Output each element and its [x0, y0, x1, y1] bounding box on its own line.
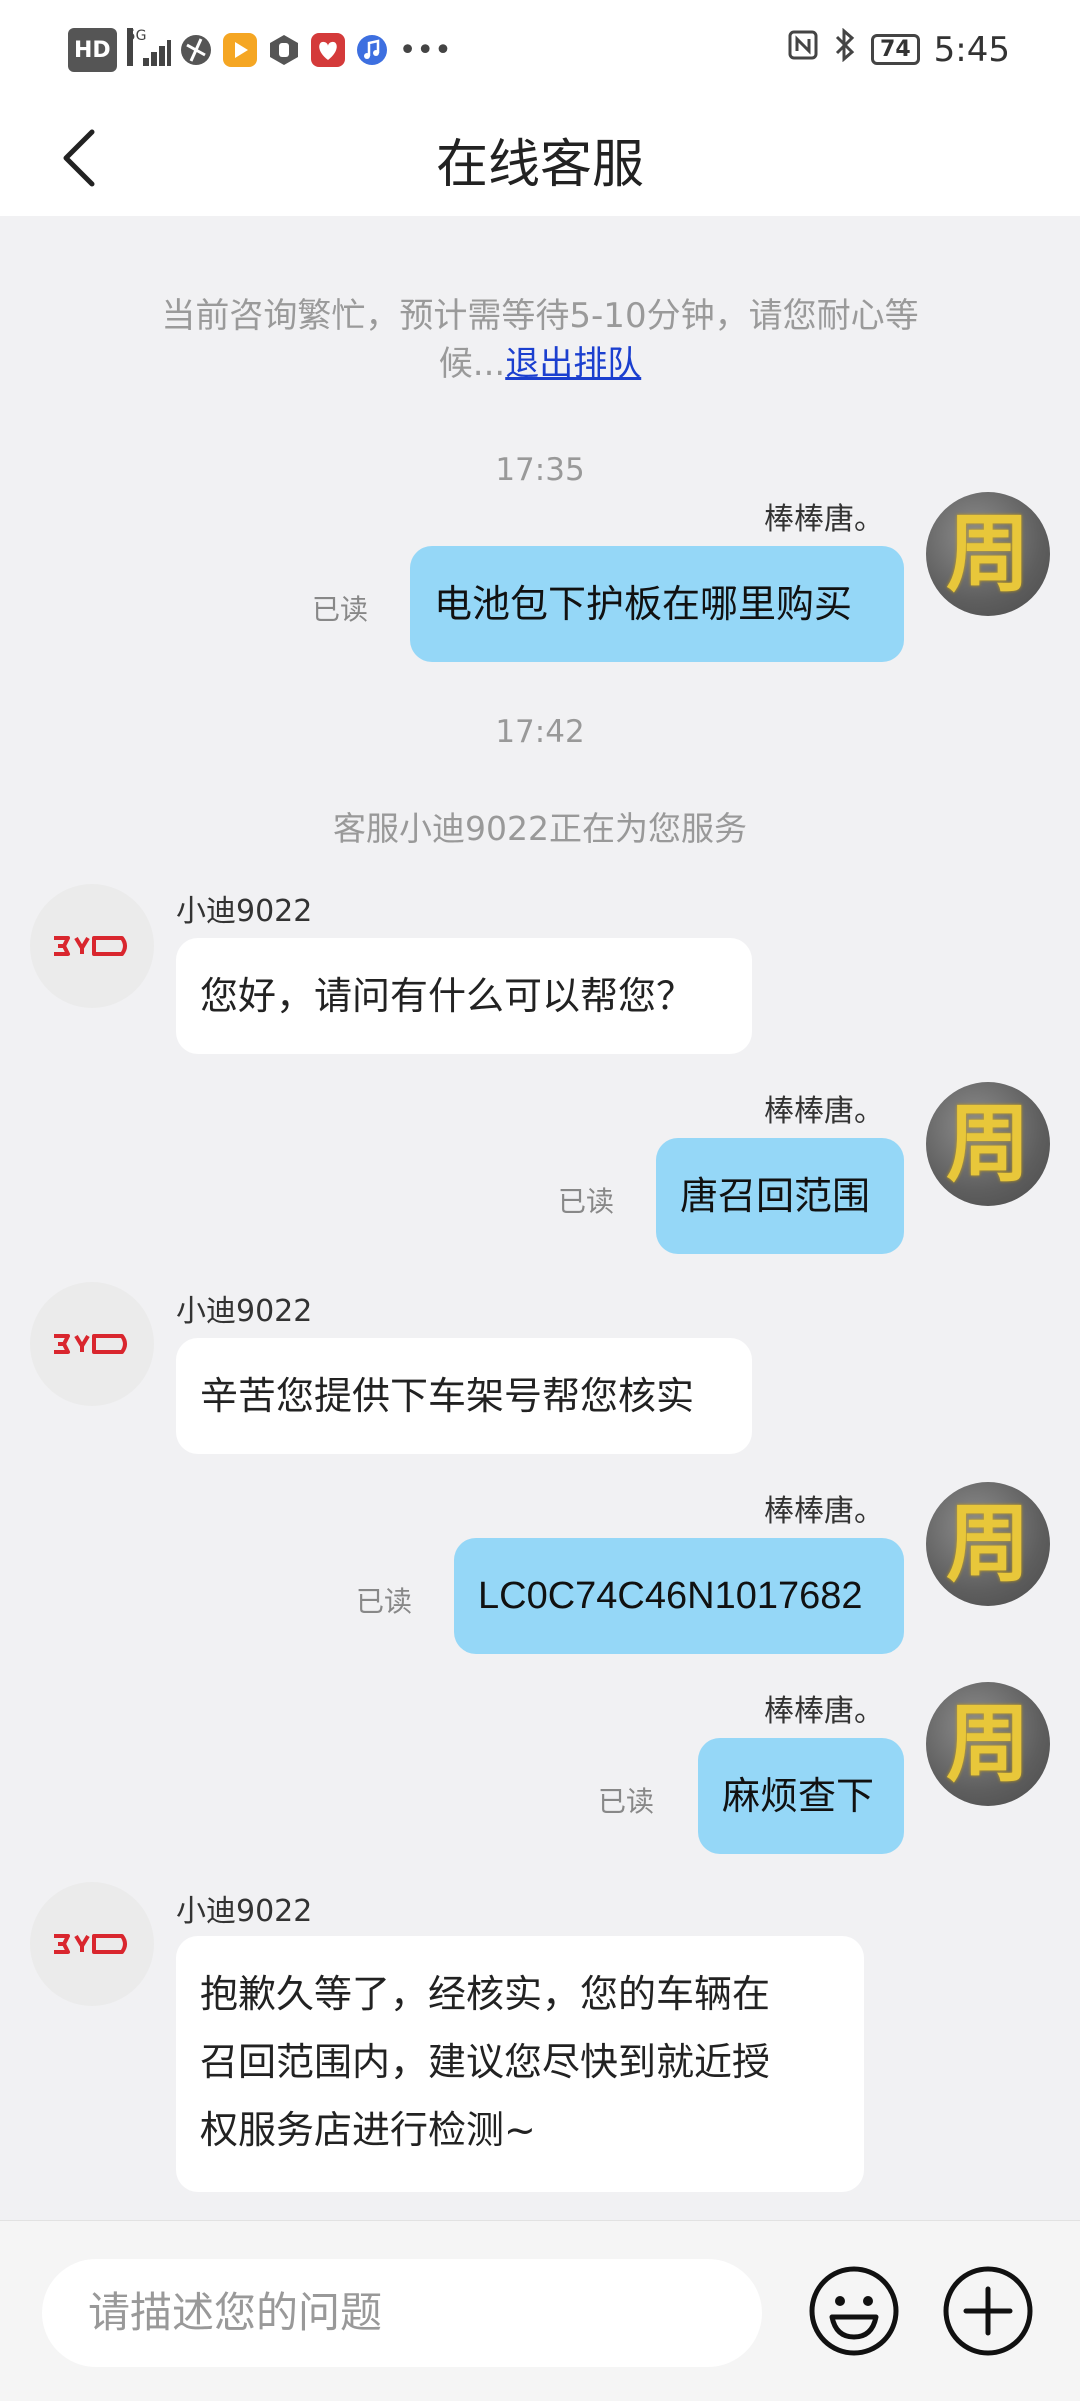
title-bar: 在线客服: [0, 100, 1080, 216]
read-receipt: 已读: [598, 1785, 655, 1818]
user-avatar[interactable]: 周: [926, 492, 1050, 616]
vpn-icon: [179, 32, 213, 68]
user-name: 棒棒唐。: [764, 1094, 884, 1129]
user-name: 棒棒唐。: [764, 502, 884, 537]
heart-app-icon: [310, 33, 345, 67]
music-app-icon: [355, 32, 389, 68]
bluetooth-icon: [833, 27, 857, 71]
nfc-icon: [787, 29, 819, 70]
user-avatar[interactable]: 周: [926, 1482, 1050, 1606]
user-avatar[interactable]: 周: [926, 1082, 1050, 1206]
more-notifications-icon: •••: [398, 32, 452, 68]
system-message: 客服小迪9022正在为您服务: [333, 809, 747, 848]
read-receipt: 已读: [356, 1585, 413, 1618]
agent-name: 小迪9022: [176, 1894, 313, 1929]
agent-message-bubble[interactable]: 辛苦您提供下车架号帮您核实: [176, 1338, 752, 1454]
agent-message-bubble[interactable]: 抱歉久等了，经核实，您的车辆在 召回范围内，建议您尽快到就近授 权服务店进行检测…: [176, 1936, 864, 2192]
message-input[interactable]: 请描述您的问题: [42, 2259, 762, 2367]
read-receipt: 已读: [312, 593, 369, 626]
timestamp: 17:35: [495, 452, 585, 488]
agent-message-bubble[interactable]: 您好，请问有什么可以帮您？: [176, 938, 752, 1054]
byd-logo-icon: [54, 1934, 127, 1954]
exit-queue-link[interactable]: 退出排队: [505, 344, 641, 384]
user-message-bubble[interactable]: 麻烦查下: [698, 1738, 904, 1854]
agent-name: 小迪9022: [176, 1294, 313, 1329]
input-bar: 请描述您的问题: [0, 2220, 1080, 2401]
user-avatar[interactable]: 周: [926, 1682, 1050, 1806]
battery-icon: 74: [871, 34, 920, 65]
page-title: 在线客服: [435, 135, 644, 195]
user-message-bubble[interactable]: LC0C74C46N1017682: [454, 1538, 904, 1654]
queue-notice: 当前咨询繁忙，预计需等待5-10分钟，请您耐心等候...退出排队: [150, 292, 930, 388]
message-line: 抱歉久等了，经核实，您的车辆在: [200, 1972, 771, 2016]
plus-icon: [943, 2266, 1033, 2356]
smiley-icon: [809, 2266, 899, 2356]
byd-logo-icon: [54, 1334, 127, 1354]
chat-area[interactable]: 当前咨询繁忙，预计需等待5-10分钟，请您耐心等候...退出排队 17:35 棒…: [0, 216, 1080, 2220]
hand-app-icon: [267, 32, 301, 68]
byd-logo-icon: [54, 936, 127, 956]
message-line: 权服务店进行检测~: [200, 2108, 536, 2152]
agent-avatar[interactable]: [30, 1882, 154, 2006]
read-receipt: 已读: [558, 1185, 615, 1218]
video-app-icon: [222, 33, 257, 67]
clock: 5:45: [933, 29, 1010, 70]
message-line: 召回范围内，建议您尽快到就近授: [200, 2040, 771, 2084]
agent-avatar[interactable]: [30, 884, 154, 1008]
emoji-button[interactable]: [808, 2265, 900, 2357]
status-bar: HD 5G ••• 74 5:45: [0, 0, 1080, 100]
agent-avatar[interactable]: [30, 1282, 154, 1406]
signal-icon: 5G: [126, 28, 171, 68]
user-message-bubble[interactable]: 电池包下护板在哪里购买: [410, 546, 904, 662]
user-name: 棒棒唐。: [764, 1494, 884, 1529]
user-message-bubble[interactable]: 唐召回范围: [656, 1138, 904, 1254]
agent-name: 小迪9022: [176, 894, 313, 929]
user-name: 棒棒唐。: [764, 1694, 884, 1729]
hd-icon: HD: [68, 28, 117, 72]
add-attachment-button[interactable]: [942, 2265, 1034, 2357]
timestamp: 17:42: [495, 714, 585, 750]
